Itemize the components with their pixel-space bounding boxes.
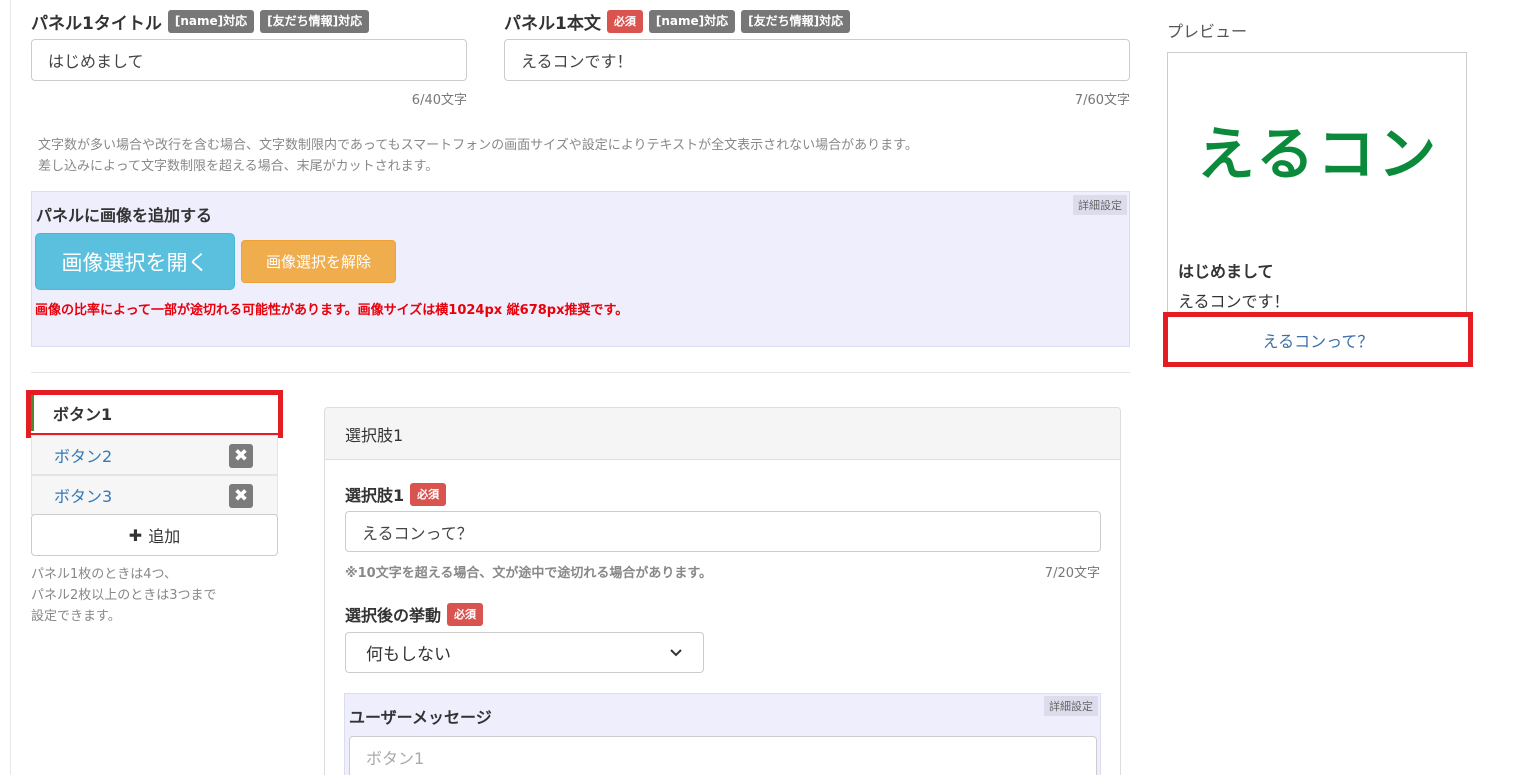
action-label-row: 選択後の挙動 必須 bbox=[345, 602, 484, 626]
advanced-settings-tag[interactable]: 詳細設定 bbox=[1073, 195, 1127, 215]
choice-label: 選択肢1 bbox=[345, 486, 405, 505]
image-ratio-warning: 画像の比率によって一部が途切れる可能性があります。画像サイズは横1024px 縦… bbox=[35, 303, 629, 318]
button-limit-help-line: パネル2枚以上のときは3つまで bbox=[31, 588, 217, 603]
image-section-title: パネルに画像を追加する bbox=[36, 206, 213, 225]
required-badge: 必須 bbox=[410, 482, 447, 506]
preview-choice-button[interactable]: えるコンって？ bbox=[1168, 317, 1468, 362]
panel-body-label-row: パネル1本文 必須 [name]対応 [友だち情報]対応 bbox=[504, 9, 851, 34]
choice-length-hint: ※10文字を超える場合、文が途中で途切れる場合があります。 bbox=[345, 566, 713, 581]
close-icon[interactable]: ✖ bbox=[229, 444, 253, 468]
action-select[interactable]: 何もしない bbox=[345, 632, 704, 673]
user-message-panel: 詳細設定 ユーザーメッセージ ボタン1 bbox=[344, 693, 1101, 775]
tab-button-1[interactable]: ボタン1 bbox=[31, 395, 276, 431]
panel-body-label: パネル1本文 bbox=[504, 14, 601, 34]
preview-card: えるコン はじめまして えるコンです！ bbox=[1167, 52, 1467, 312]
text-length-note: 文字数が多い場合や改行を含む場合、文字数制限内であってもスマートフォンの画面サイ… bbox=[38, 138, 918, 153]
choice-text-input[interactable]: えるコンって？ bbox=[345, 511, 1101, 552]
button-limit-help: パネル1枚のときは4つ、 パネル2枚以上のときは3つまで 設定できます。 bbox=[31, 564, 217, 627]
choice-panel: 選択肢1 選択肢1 必須 えるコンって？ ※10文字を超える場合、文が途中で途切… bbox=[324, 407, 1121, 775]
preview-title: はじめまして bbox=[1178, 262, 1274, 281]
section-divider bbox=[31, 372, 1130, 373]
clear-image-button[interactable]: 画像選択を解除 bbox=[241, 240, 396, 283]
panel-title-counter: 6/40文字 bbox=[411, 93, 467, 108]
user-message-input[interactable]: ボタン1 bbox=[349, 736, 1097, 775]
panel-title-label: パネル1タイトル bbox=[31, 14, 162, 34]
action-label: 選択後の挙動 bbox=[345, 606, 442, 625]
choice-panel-header: 選択肢1 bbox=[325, 408, 1120, 460]
required-badge: 必須 bbox=[447, 602, 484, 626]
panel-title-input[interactable]: はじめまして bbox=[31, 39, 467, 81]
preview-label: プレビュー bbox=[1167, 22, 1248, 41]
truncation-note: 差し込みによって文字数制限を超える場合、末尾がカットされます。 bbox=[38, 159, 439, 174]
plus-icon: ✚ bbox=[128, 525, 143, 545]
chevron-down-icon bbox=[670, 648, 682, 656]
panel-body-input[interactable]: えるコンです！ bbox=[504, 39, 1130, 81]
name-support-badge: [name]対応 bbox=[167, 10, 255, 33]
choice-counter: 7/20文字 bbox=[1044, 566, 1100, 581]
name-support-badge: [name]対応 bbox=[648, 10, 736, 33]
preview-logo: えるコン bbox=[1196, 120, 1440, 188]
button-limit-help-line: 設定できます。 bbox=[31, 609, 121, 624]
preview-body: えるコンです！ bbox=[1178, 292, 1290, 311]
tab-button-3[interactable]: ボタン3 ✖ bbox=[31, 475, 278, 515]
tab-button-1-label: ボタン1 bbox=[53, 405, 113, 424]
panel-title-label-row: パネル1タイトル [name]対応 [友だち情報]対応 bbox=[31, 9, 370, 34]
user-message-label: ユーザーメッセージ bbox=[349, 708, 492, 727]
tab-button-2-label: ボタン2 bbox=[54, 447, 113, 466]
advanced-settings-tag[interactable]: 詳細設定 bbox=[1044, 696, 1098, 716]
friend-info-support-badge: [友だち情報]対応 bbox=[260, 10, 370, 33]
open-image-picker-button[interactable]: 画像選択を開く bbox=[35, 233, 235, 290]
add-button-label: 追加 bbox=[148, 527, 181, 546]
image-settings-panel: 詳細設定 パネルに画像を追加する 画像選択を開く 画像選択を解除 画像の比率によ… bbox=[31, 191, 1130, 347]
action-select-value: 何もしない bbox=[366, 645, 451, 665]
required-badge: 必須 bbox=[606, 10, 643, 33]
panel-body-counter: 7/60文字 bbox=[1074, 93, 1130, 108]
button-limit-help-line: パネル1枚のときは4つ、 bbox=[31, 567, 178, 582]
page-left-border bbox=[10, 0, 11, 775]
friend-info-support-badge: [友だち情報]対応 bbox=[741, 10, 851, 33]
tab-button-3-label: ボタン3 bbox=[54, 487, 113, 506]
close-icon[interactable]: ✖ bbox=[229, 484, 253, 508]
tab-button-2[interactable]: ボタン2 ✖ bbox=[31, 435, 278, 475]
add-button[interactable]: ✚ 追加 bbox=[31, 514, 278, 556]
choice-label-row: 選択肢1 必須 bbox=[345, 482, 447, 506]
